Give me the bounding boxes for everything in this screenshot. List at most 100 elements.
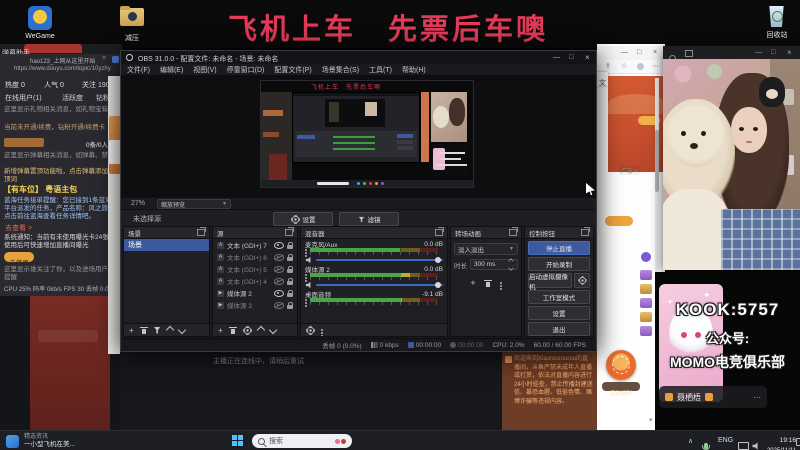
address-url[interactable]: https://www.douyu.com/topic/10yzhy [14, 66, 111, 72]
tab-close-icon[interactable]: × [102, 55, 106, 62]
tray-volume-icon[interactable] [752, 437, 760, 450]
camera-minimize-icon[interactable]: — [755, 49, 762, 56]
camera-pin-icon[interactable] [685, 50, 693, 57]
scroll-down-arrow[interactable]: ▾ [649, 416, 653, 424]
exit-button[interactable]: 退出 [528, 322, 590, 336]
more-menu-icon[interactable]: ⋯ [652, 62, 659, 70]
tray-expand-icon[interactable]: ∧ [688, 437, 693, 445]
scene-item-selected[interactable]: 场景 [124, 239, 209, 251]
volume-slider[interactable] [316, 256, 443, 263]
add-scene-icon[interactable]: + [129, 326, 134, 335]
virtual-camera-config-button[interactable] [574, 273, 590, 288]
duration-spinbox[interactable]: 300 ms [470, 258, 518, 271]
browser-tab-title[interactable]: hao123_上网从这里开始 [30, 56, 95, 65]
lock-icon[interactable] [287, 265, 293, 273]
scene-filters-icon[interactable] [153, 326, 161, 334]
favorite-star-icon[interactable]: ☆ [621, 62, 627, 70]
source-properties-icon[interactable] [243, 326, 251, 334]
source-row[interactable]: A 文本 (GDI+) 7 [213, 239, 297, 251]
camera-titlebar[interactable]: — □ × [663, 46, 800, 62]
virtual-camera-button[interactable]: 启动虚拟摄像机 [528, 273, 572, 291]
lock-icon[interactable] [287, 301, 293, 309]
channel-menu-icon[interactable] [305, 274, 307, 276]
menu-docks[interactable]: 停靠窗口(D) [227, 65, 265, 75]
remove-scene-icon[interactable] [139, 326, 148, 334]
clock[interactable]: 19:16 2025/11/11 [762, 434, 796, 450]
wegame-shortcut[interactable]: WeGame [14, 4, 66, 42]
speaker-icon[interactable] [305, 256, 311, 263]
source-row[interactable]: A 文本 (GDI+) 5 [213, 263, 297, 275]
volume-slider[interactable] [316, 281, 443, 288]
language-indicator[interactable]: ENG [718, 437, 733, 444]
settings-button[interactable]: 设置 [528, 306, 590, 320]
stat-active[interactable]: 活跃度 [62, 93, 83, 103]
dock-popout-icon[interactable] [435, 227, 444, 236]
source-row[interactable]: ▶ 媒体源 3 [213, 299, 297, 311]
visibility-eye-icon[interactable] [274, 289, 284, 297]
start-button[interactable] [232, 435, 244, 447]
rb-close-icon[interactable]: × [653, 49, 657, 56]
dock-popout-icon[interactable] [285, 227, 294, 236]
menu-file[interactable]: 文件(F) [127, 65, 150, 75]
source-row[interactable]: A 文本 (GDI+) 4 [213, 275, 297, 287]
remove-transition-icon[interactable] [483, 279, 492, 287]
stop-streaming-button[interactable]: 停止直播 [528, 241, 590, 255]
activity-float-button[interactable] [606, 350, 636, 380]
menu-help[interactable]: 帮助(H) [402, 65, 426, 75]
advanced-audio-icon[interactable] [306, 326, 315, 334]
tray-mic-icon[interactable] [702, 436, 710, 450]
studio-mode-button[interactable]: 工作室模式 [528, 290, 590, 304]
dock-popout-icon[interactable] [509, 227, 518, 236]
add-source-icon[interactable]: + [218, 326, 223, 335]
visibility-eye-off-icon[interactable] [274, 277, 284, 285]
share-icon[interactable]: ⇪ [605, 62, 611, 70]
source-down-icon[interactable] [268, 325, 277, 335]
rb-maximize-icon[interactable]: □ [637, 49, 641, 56]
search-box[interactable]: 搜索 [252, 434, 352, 448]
source-settings-button[interactable]: 设置 [273, 212, 333, 226]
lock-icon[interactable] [287, 253, 293, 261]
obs-maximize-icon[interactable]: □ [569, 54, 573, 61]
camera-close-icon[interactable]: × [787, 48, 792, 57]
menu-view[interactable]: 视图(V) [193, 65, 216, 75]
source-up-icon[interactable] [256, 325, 265, 335]
visibility-eye-off-icon[interactable] [274, 301, 284, 309]
menu-profile[interactable]: 配置文件(P) [274, 65, 311, 75]
transition-menu-icon[interactable] [499, 282, 502, 284]
lock-icon[interactable] [287, 241, 293, 249]
tray-display-icon[interactable] [738, 437, 749, 450]
remove-source-icon[interactable] [228, 326, 237, 334]
preview-zoom-dropdown[interactable]: 缩放预览 ▼ [157, 199, 231, 209]
source-row[interactable]: A 文本 (GDI+) 6 [213, 251, 297, 263]
obs-close-icon[interactable]: × [585, 53, 590, 62]
use-button[interactable]: 去使用 [4, 252, 34, 267]
scene-down-icon[interactable] [177, 325, 186, 335]
dock-popout-icon[interactable] [197, 227, 206, 236]
search-highlight-image[interactable] [335, 438, 346, 444]
transition-select[interactable]: 淡入淡出 ▼ [454, 243, 518, 255]
lock-icon[interactable] [287, 289, 293, 297]
visibility-eye-icon[interactable] [274, 241, 284, 249]
more-icon[interactable]: ⋯ [753, 393, 761, 402]
visibility-eye-off-icon[interactable] [274, 265, 284, 273]
scene-up-icon[interactable] [165, 325, 174, 335]
view-link[interactable]: 去查看 > [5, 223, 32, 233]
notification-center-icon[interactable] [796, 438, 800, 446]
news-widget[interactable]: 精选资讯 一小型飞机在美... [6, 433, 146, 449]
folder-shortcut[interactable]: 减压 [112, 4, 152, 42]
add-transition-icon[interactable]: + [470, 278, 475, 288]
member-card[interactable]: 聂栖梧 ⋯ [659, 386, 767, 408]
obs-titlebar[interactable]: OBS 31.0.0 - 配置文件: 未命名 - 场景: 未命名 — □ × [121, 51, 596, 64]
start-recording-button[interactable]: 开始录制 [528, 257, 590, 271]
source-row[interactable]: ▶ 媒体源 2 [213, 287, 297, 299]
source-filters-button[interactable]: 滤镜 [339, 212, 399, 226]
channel-menu-icon[interactable] [305, 249, 307, 251]
spinbox-arrows-icon[interactable] [508, 258, 514, 271]
mixer-menu-icon[interactable] [321, 329, 323, 331]
obs-minimize-icon[interactable]: — [553, 54, 560, 61]
lock-icon[interactable] [287, 277, 293, 285]
claim-pill[interactable] [605, 216, 633, 226]
dock-popout-icon[interactable] [581, 227, 590, 236]
menu-edit[interactable]: 编辑(E) [160, 65, 183, 75]
side-doc-tab[interactable]: 文 [597, 72, 608, 87]
